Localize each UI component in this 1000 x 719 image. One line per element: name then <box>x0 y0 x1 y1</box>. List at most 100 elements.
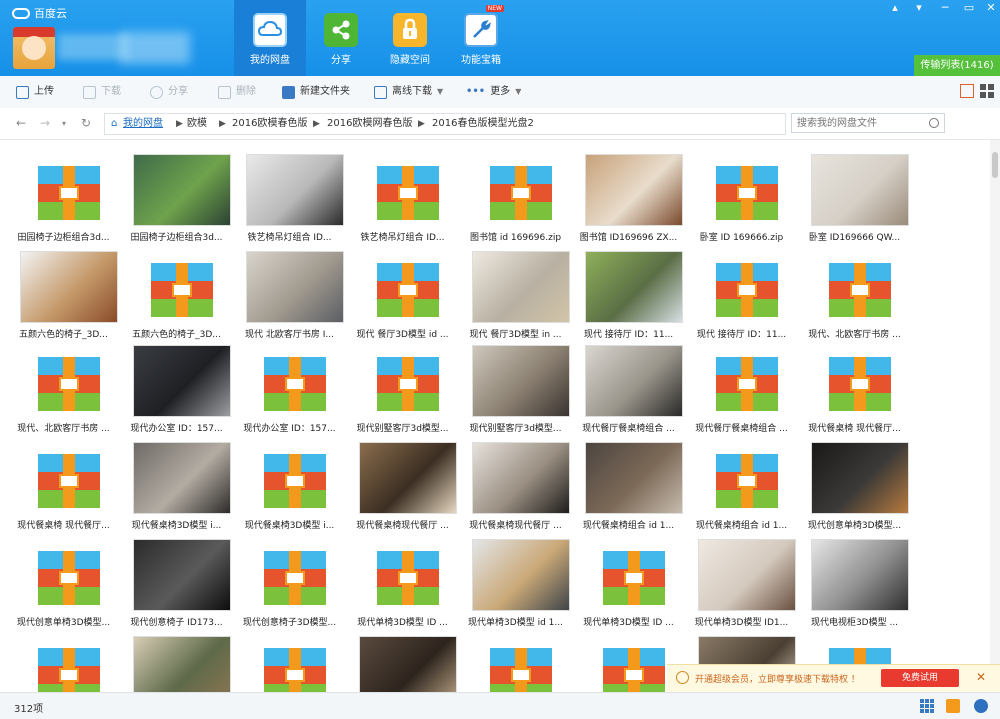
new-folder-button[interactable]: 新建文件夹 <box>282 84 350 100</box>
file-item[interactable]: 现代餐桌椅 现代餐厅... <box>798 339 911 436</box>
file-item[interactable]: 图书馆 ID169696 ZX... <box>572 148 685 245</box>
breadcrumb-item[interactable]: 2016春色版模型光盘2 <box>432 114 534 134</box>
download-button[interactable]: 下载 <box>83 84 121 100</box>
file-item[interactable]: 五颜六色的椅子_3D... <box>120 245 233 342</box>
free-trial-button[interactable]: 免费试用 <box>881 669 959 687</box>
zip-archive-icon <box>38 357 100 411</box>
file-item[interactable]: 现代办公室 ID：157... <box>120 339 233 436</box>
file-item[interactable]: 现代 接待厅 ID：11... <box>685 245 798 342</box>
nav-label: 我的网盘 <box>250 55 290 66</box>
file-item[interactable]: 现代餐桌椅现代餐厅 ... <box>346 436 459 533</box>
file-item[interactable]: 铁艺椅吊灯组合 ID... <box>233 148 346 245</box>
scrollbar[interactable] <box>990 140 1000 692</box>
file-name: 现代餐厅餐桌椅组合 ... <box>695 424 788 434</box>
file-item[interactable]: 现代别墅客厅3d模型... <box>459 339 572 436</box>
file-item[interactable]: 现代 接待厅 ID：11... <box>572 245 685 342</box>
file-item[interactable]: 现代创意椅子 ID173... <box>120 533 233 630</box>
file-item[interactable] <box>233 630 346 692</box>
toolbar: 上传 下载 分享 删除 新建文件夹 离线下载 ▼ ••• 更多 ▼ <box>0 76 1000 109</box>
file-item[interactable]: 现代餐桌椅现代餐厅 ... <box>459 436 572 533</box>
close-icon[interactable]: ✕ <box>980 0 1000 16</box>
grid-view-icon[interactable] <box>980 84 994 98</box>
search-input[interactable]: 搜索我的网盘文件 <box>791 113 945 133</box>
nav-share[interactable]: 分享 <box>305 0 377 76</box>
file-item[interactable]: 现代单椅3D模型 ID1... <box>685 533 798 630</box>
file-item[interactable]: 现代餐桌椅3D模型 i... <box>120 436 233 533</box>
file-item[interactable]: 现代 餐厅3D模型 in ... <box>459 245 572 342</box>
file-item[interactable]: 卧室 ID169666 QW... <box>798 148 911 245</box>
zip-archive-icon <box>38 648 100 692</box>
file-item[interactable]: 现代别墅客厅3d模型... <box>346 339 459 436</box>
scrollbar-thumb[interactable] <box>992 152 998 178</box>
file-item[interactable]: 铁艺椅吊灯组合 ID... <box>346 148 459 245</box>
notification-bell-icon[interactable]: ▴ <box>884 0 906 16</box>
image-thumbnail <box>699 540 795 610</box>
transfer-list-label: 传输列表(1416) <box>920 60 994 71</box>
file-item[interactable] <box>7 630 120 692</box>
file-item[interactable]: 现代单椅3D模型 id 1... <box>459 533 572 630</box>
offline-download-button[interactable]: 离线下载 ▼ <box>374 84 443 100</box>
close-icon[interactable]: ✕ <box>976 670 986 684</box>
zip-archive-icon <box>38 454 100 508</box>
file-item[interactable]: 卧室 ID 169666.zip <box>685 148 798 245</box>
file-item[interactable]: 现代电视柜3D模型 ... <box>798 533 911 630</box>
file-name: 现代餐桌椅 现代餐厅... <box>808 424 901 434</box>
file-item[interactable]: 现代创意椅子3D模型... <box>233 533 346 630</box>
file-item[interactable]: 现代办公室 ID：157... <box>233 339 346 436</box>
breadcrumb-item[interactable]: 欧模 <box>187 114 207 134</box>
avatar[interactable] <box>13 27 55 69</box>
file-item[interactable]: 五颜六色的椅子_3D... <box>7 245 120 342</box>
file-item[interactable]: 现代餐厅餐桌椅组合 ... <box>685 339 798 436</box>
file-item[interactable]: 现代创意单椅3D模型... <box>7 533 120 630</box>
file-item[interactable]: 现代单椅3D模型 ID ... <box>572 533 685 630</box>
search-icon[interactable] <box>929 118 939 128</box>
file-item[interactable]: 现代餐桌椅组合 id 1... <box>685 436 798 533</box>
more-button[interactable]: ••• 更多 ▼ <box>466 84 521 100</box>
file-item[interactable]: 现代餐厅餐桌椅组合 ... <box>572 339 685 436</box>
refresh-icon[interactable]: ↻ <box>81 116 91 130</box>
file-item[interactable]: 现代、北欧客厅书房 ... <box>7 339 120 436</box>
file-item[interactable]: 现代单椅3D模型 ID ... <box>346 533 459 630</box>
file-item[interactable]: 现代餐桌椅 现代餐厅... <box>7 436 120 533</box>
nav-label: 隐藏空间 <box>390 55 430 66</box>
menu-dropdown-icon[interactable]: ▾ <box>908 0 930 16</box>
file-item[interactable]: 现代餐桌椅组合 id 1... <box>572 436 685 533</box>
file-name: 现代单椅3D模型 ID1... <box>694 618 789 628</box>
file-item[interactable] <box>459 630 572 692</box>
file-item[interactable]: 现代餐桌椅3D模型 i... <box>233 436 346 533</box>
file-name: 现代单椅3D模型 ID ... <box>583 618 674 628</box>
grid-icon[interactable] <box>920 699 934 713</box>
history-dropdown-icon[interactable]: ▾ <box>62 119 66 128</box>
file-item[interactable]: 现代 餐厅3D模型 id ... <box>346 245 459 342</box>
nav-hidden-space[interactable]: 隐藏空间 <box>374 0 446 76</box>
item-count: 312项 <box>14 704 44 715</box>
delete-button[interactable]: 删除 <box>218 84 256 100</box>
transfer-list-button[interactable]: 传输列表(1416) <box>914 55 1000 76</box>
forward-arrow-icon[interactable]: → <box>40 116 50 130</box>
minimize-icon[interactable]: ─ <box>934 0 956 16</box>
task-icon[interactable] <box>960 84 974 98</box>
file-name: 现代别墅客厅3d模型... <box>469 424 562 434</box>
file-item[interactable]: 图书馆 id 169696.zip <box>459 148 572 245</box>
upload-status-icon[interactable] <box>946 699 960 713</box>
gear-icon[interactable] <box>974 699 988 713</box>
breadcrumb-item[interactable]: 2016欧模网春色版 <box>327 114 412 134</box>
share-button[interactable]: 分享 <box>150 84 188 100</box>
file-item[interactable]: 现代、北欧客厅书房 ... <box>798 245 911 342</box>
upload-button[interactable]: 上传 <box>16 84 54 100</box>
breadcrumb-item[interactable]: 我的网盘 <box>123 114 163 134</box>
file-item[interactable] <box>120 630 233 692</box>
file-item[interactable]: 现代 北欧客厅书房 I... <box>233 245 346 342</box>
file-item[interactable] <box>346 630 459 692</box>
maximize-icon[interactable]: ▭ <box>958 0 980 16</box>
nav-label: 功能宝箱 <box>461 55 501 66</box>
back-arrow-icon[interactable]: ← <box>16 116 26 130</box>
file-item[interactable]: 田园椅子边柜组合3d... <box>7 148 120 245</box>
file-item[interactable]: 田园椅子边柜组合3d... <box>120 148 233 245</box>
nav-toolbox[interactable]: NEW 功能宝箱 <box>445 0 517 76</box>
zip-archive-icon <box>716 166 778 220</box>
file-name: 现代餐桌椅 现代餐厅... <box>17 521 110 531</box>
breadcrumb-item[interactable]: 2016欧模春色版 <box>232 114 307 134</box>
file-item[interactable]: 现代创意单椅3D模型... <box>798 436 911 533</box>
nav-my-drive[interactable]: 我的网盘 <box>234 0 306 76</box>
